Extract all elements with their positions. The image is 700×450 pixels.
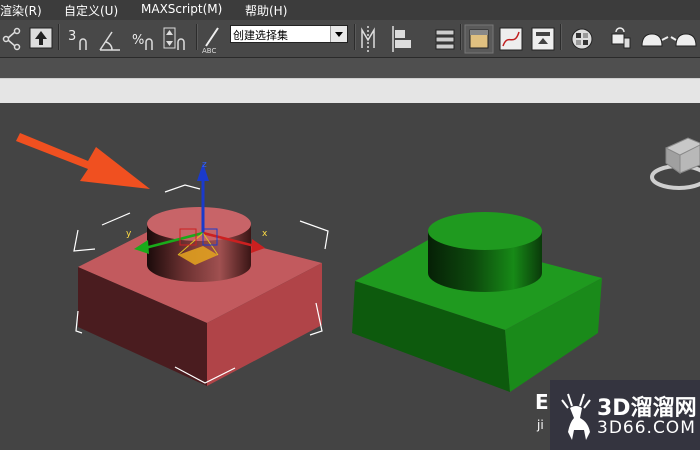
angle-snap-icon[interactable]	[99, 31, 120, 51]
ribbon-strip	[0, 58, 700, 78]
toolbar-separator	[196, 24, 198, 50]
named-selection-set-dropdown[interactable]: 创建选择集	[230, 25, 348, 43]
arrow-annotation	[16, 133, 150, 189]
render-setup-icon[interactable]	[611, 27, 631, 49]
render-production-icon[interactable]	[670, 33, 697, 47]
deer-logo-icon	[561, 393, 591, 440]
menu-item-maxscript[interactable]: MAXScript(M)	[141, 2, 222, 16]
chevron-down-icon[interactable]	[330, 26, 347, 42]
toolbar-separator	[58, 24, 60, 50]
gizmo-x-label: x	[262, 229, 268, 239]
watermark-logo: 3D溜溜网 3D66.COM	[550, 380, 700, 450]
align-icon[interactable]	[392, 26, 411, 52]
rendered-frame-window-icon[interactable]	[641, 33, 669, 47]
named-selection-set-value: 创建选择集	[233, 29, 288, 42]
menu-item-render[interactable]: 渲染(R)	[0, 2, 42, 19]
toolbar-separator	[354, 24, 356, 50]
gizmo-z-label: z	[202, 160, 207, 170]
edit-named-selection-icon[interactable]: ABC	[202, 27, 219, 55]
layer-manager-icon[interactable]	[435, 29, 455, 50]
material-editor-icon[interactable]	[571, 28, 593, 50]
watermark-partial-letter: E	[535, 390, 549, 414]
toolbar-separator	[560, 24, 562, 50]
curve-editor-icon[interactable]	[499, 27, 523, 51]
link-icon[interactable]	[2, 27, 21, 51]
menu-bar: 渲染(R) 自定义(U) MAXScript(M) 帮助(H)	[0, 0, 700, 20]
select-object-icon[interactable]	[29, 27, 53, 49]
watermark-partial-sub: ji	[537, 418, 544, 432]
menu-item-help[interactable]: 帮助(H)	[245, 2, 287, 19]
watermark-url: 3D66.COM	[597, 418, 696, 438]
svg-text:ABC: ABC	[202, 47, 216, 55]
scene-explorer-icon[interactable]	[464, 24, 494, 54]
mirror-icon[interactable]	[361, 26, 375, 52]
schematic-view-icon[interactable]	[531, 27, 555, 51]
svg-text:3: 3	[68, 29, 76, 44]
toolbar-separator	[460, 24, 462, 50]
svg-text:%: %	[132, 33, 144, 48]
snap-toggle-icon[interactable]: 3	[68, 29, 87, 50]
toolbar-icons: 3 % ABC	[2, 24, 697, 55]
percent-snap-icon[interactable]: %	[132, 33, 153, 50]
menu-item-customize[interactable]: 自定义(U)	[64, 2, 118, 19]
green-cylinder-object[interactable]	[428, 212, 542, 292]
viewport-label-bar	[0, 78, 700, 103]
viewcube-icon[interactable]	[650, 137, 700, 190]
gizmo-y-label: y	[126, 229, 132, 239]
spinner-snap-icon[interactable]	[163, 27, 185, 50]
